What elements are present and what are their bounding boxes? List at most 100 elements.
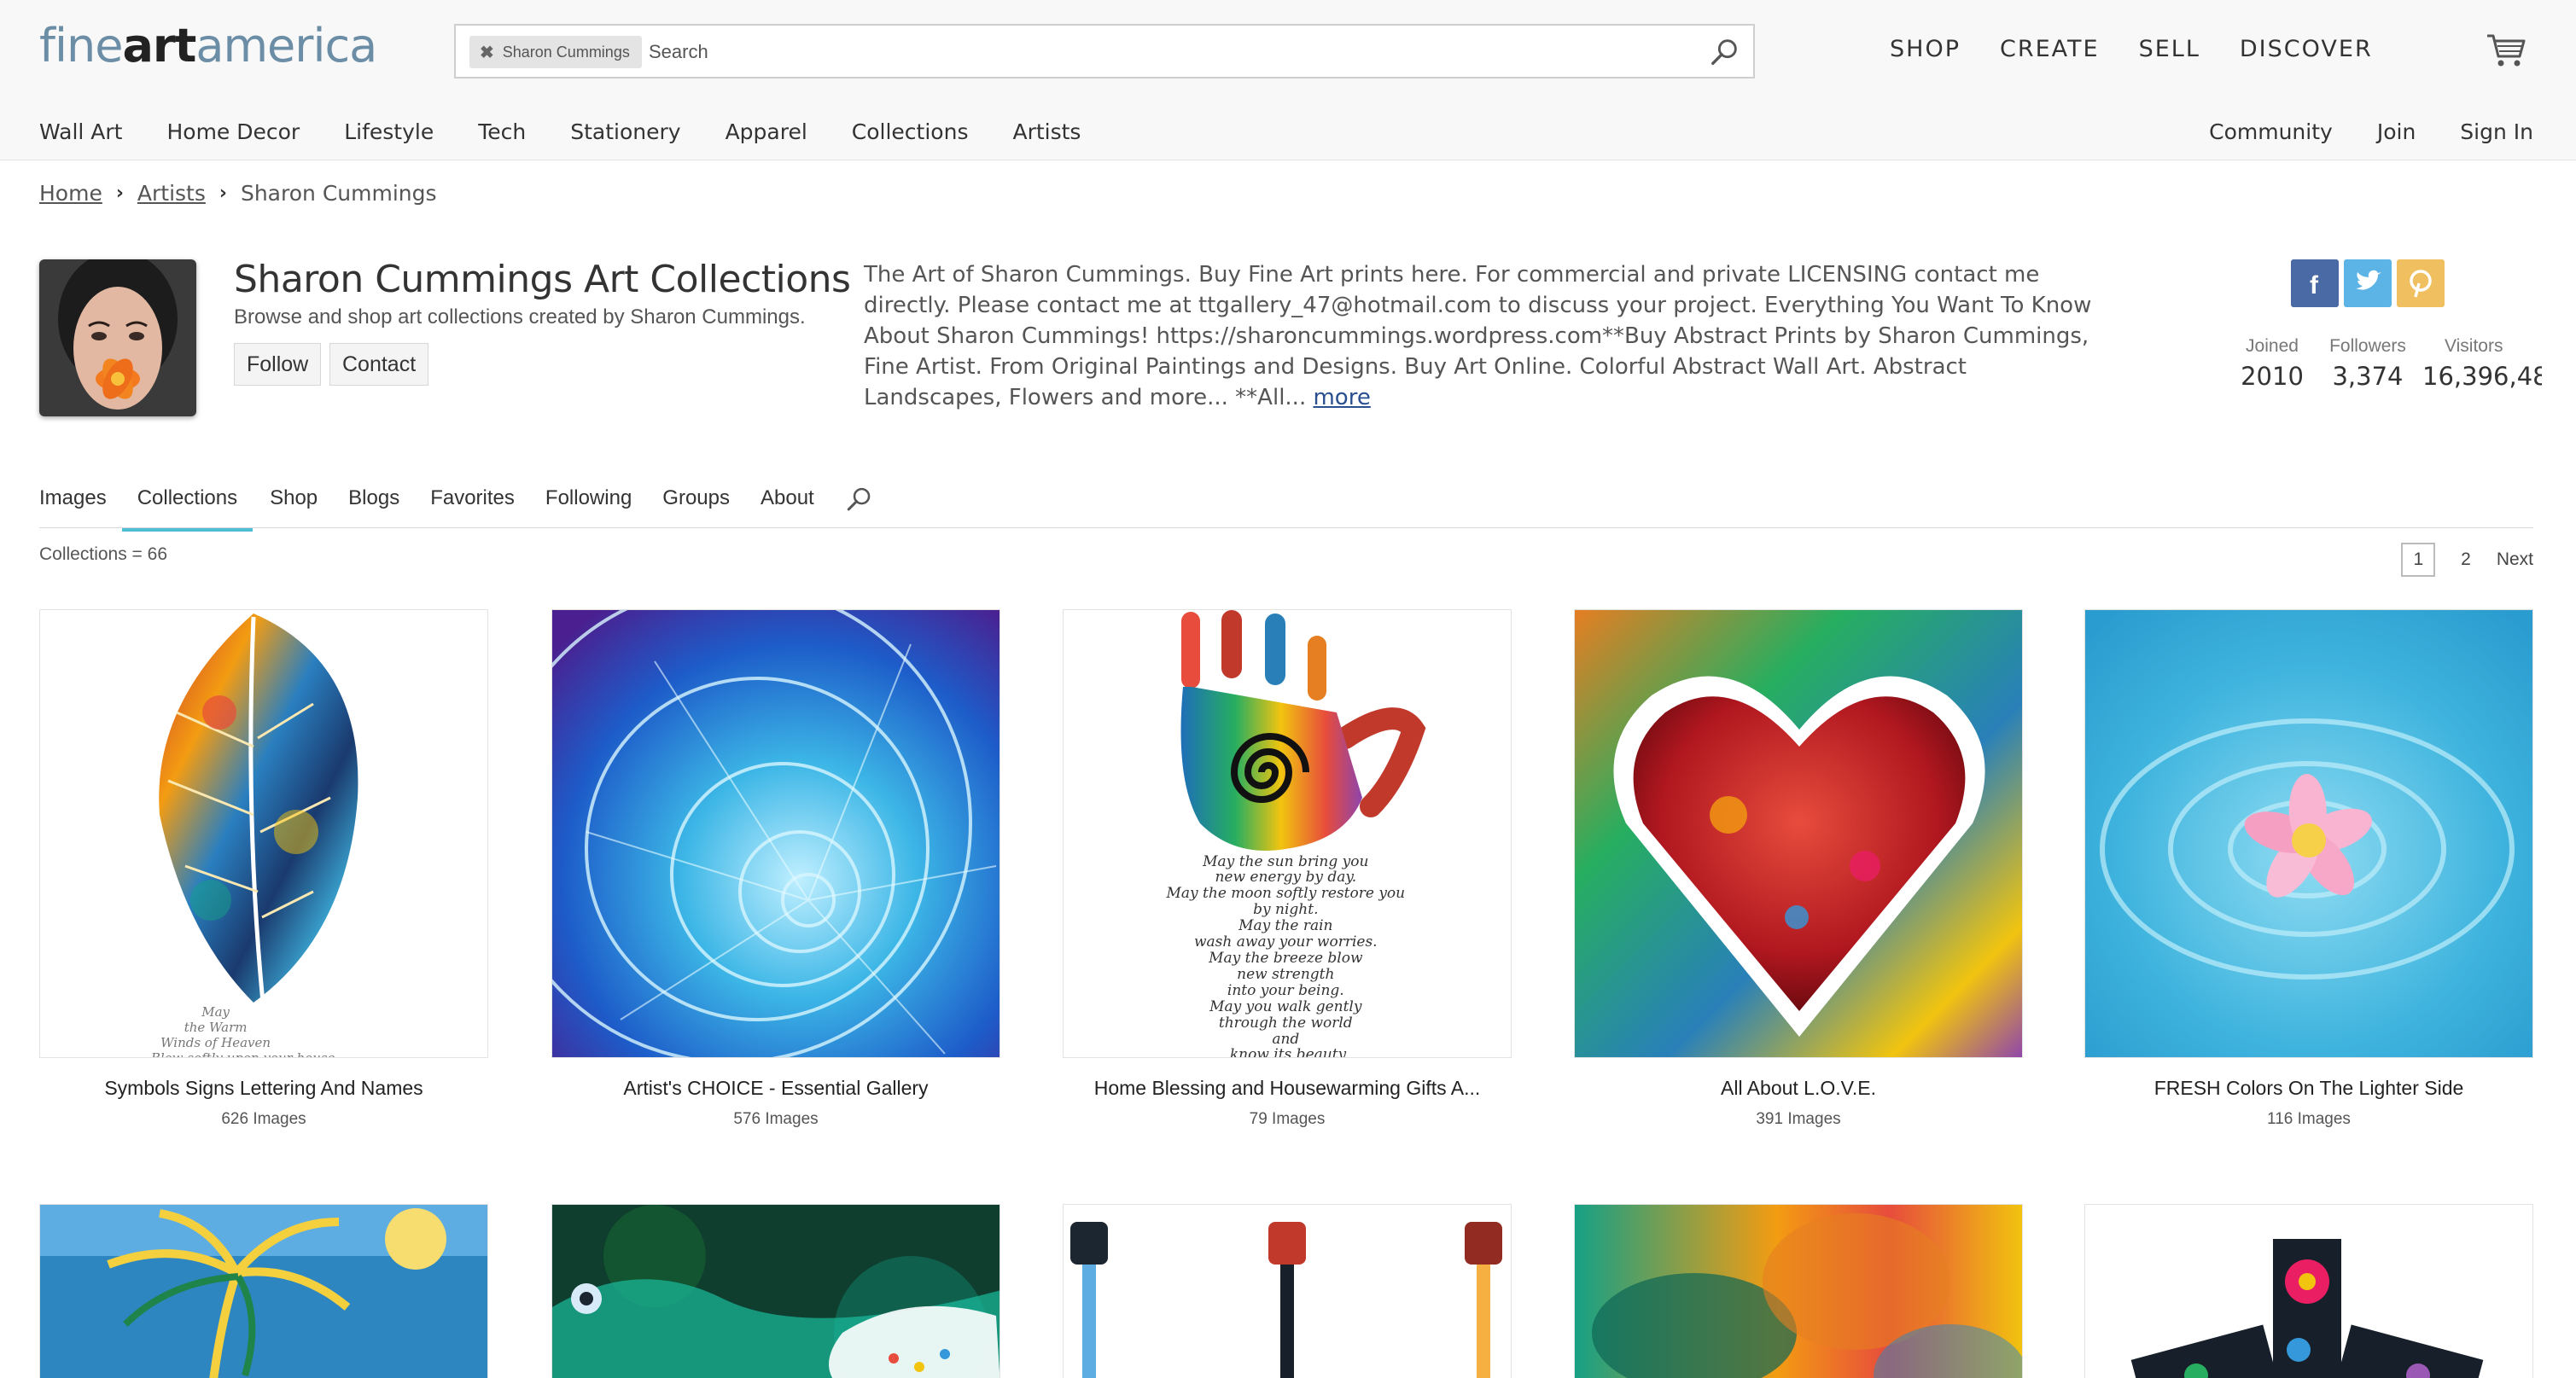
collection-thumbnail[interactable]: [1063, 1204, 1512, 1378]
collection-title[interactable]: All About L.O.V.E.: [1574, 1077, 2023, 1100]
tab-about[interactable]: About: [761, 486, 814, 527]
community-link[interactable]: Community: [2209, 119, 2333, 144]
nav-sell[interactable]: SELL: [2139, 36, 2200, 62]
facebook-icon: f: [2310, 271, 2319, 299]
category-artists[interactable]: Artists: [1012, 119, 1081, 144]
breadcrumb-current: Sharon Cummings: [240, 181, 437, 206]
feather-line-4: Blow softly upon your house.: [150, 1050, 339, 1058]
collections-count: Collections = 66: [39, 544, 168, 564]
category-tech[interactable]: Tech: [478, 119, 526, 144]
tabs-divider: [39, 527, 2533, 528]
collection-card[interactable]: [1063, 1204, 1512, 1378]
nav-discover[interactable]: DISCOVER: [2240, 36, 2373, 62]
tab-blogs[interactable]: Blogs: [348, 486, 399, 527]
collection-count: 626 Images: [221, 1110, 306, 1128]
nav-shop[interactable]: SHOP: [1890, 36, 1961, 62]
facebook-share-button[interactable]: f: [2291, 259, 2339, 307]
category-wall-art[interactable]: Wall Art: [39, 119, 122, 144]
collection-card[interactable]: All About L.O.V.E. 391 Images: [1574, 609, 2023, 1129]
stat-visitors: Visitors 16,396,488: [2422, 336, 2542, 391]
page-2-button[interactable]: 2: [2461, 549, 2471, 570]
more-link[interactable]: more: [1313, 385, 1370, 410]
blessing-line-10: May you walk gently: [1209, 998, 1362, 1015]
stat-joined-label: Joined: [2246, 336, 2299, 356]
pinterest-share-button[interactable]: [2397, 259, 2445, 307]
category-home-decor[interactable]: Home Decor: [166, 119, 300, 144]
search-input[interactable]: [649, 38, 1673, 67]
category-collections[interactable]: Collections: [852, 119, 969, 144]
collection-thumbnail[interactable]: May the sun bring you new energy by day.…: [1063, 609, 1512, 1058]
breadcrumb-home[interactable]: Home: [39, 181, 102, 206]
collection-title[interactable]: Home Blessing and Housewarming Gifts A..…: [1063, 1077, 1512, 1100]
site-logo[interactable]: fineartamerica: [39, 19, 377, 73]
cross-artwork: [2085, 1205, 2532, 1378]
collection-card[interactable]: May the sun bring you new energy by day.…: [1063, 609, 1512, 1129]
twitter-share-button[interactable]: [2344, 259, 2392, 307]
feather-line-1: May: [201, 1004, 230, 1020]
collection-thumbnail[interactable]: [551, 609, 1000, 1058]
account-nav: Community Join Sign In: [2165, 119, 2533, 144]
plumeria-artwork: [2085, 610, 2532, 1057]
collection-title[interactable]: Symbols Signs Lettering And Names: [39, 1077, 488, 1100]
main-nav: SHOP CREATE SELL DISCOVER: [1890, 36, 2412, 62]
blessing-line-1: May the sun bring you: [1202, 853, 1368, 870]
search-icon[interactable]: [845, 485, 874, 514]
cart-icon[interactable]: [2486, 31, 2526, 68]
nautilus-artwork: [552, 610, 1000, 1057]
collection-thumbnail[interactable]: [39, 1204, 488, 1378]
category-lifestyle[interactable]: Lifestyle: [344, 119, 434, 144]
collection-card[interactable]: [2084, 1204, 2533, 1378]
stat-followers: Followers 3,374: [2323, 336, 2412, 391]
close-icon[interactable]: ✖: [480, 42, 494, 63]
collection-title[interactable]: FRESH Colors On The Lighter Side: [2084, 1077, 2533, 1100]
svg-text:f: f: [2310, 271, 2319, 299]
join-link[interactable]: Join: [2377, 119, 2416, 144]
category-apparel[interactable]: Apparel: [726, 119, 807, 144]
collection-card[interactable]: Artist's CHOICE - Essential Gallery 576 …: [551, 609, 1000, 1129]
search-filter-chip[interactable]: ✖ Sharon Cummings: [469, 36, 642, 68]
nav-create[interactable]: CREATE: [2000, 36, 2100, 62]
pinterest-icon: [2410, 270, 2432, 298]
stat-followers-label: Followers: [2329, 336, 2406, 356]
collection-thumbnail[interactable]: [2084, 609, 2533, 1058]
collection-thumbnail[interactable]: May the Warm Winds of Heaven Blow softly…: [39, 609, 488, 1058]
blessing-line-3: May the moon softly restore you: [1165, 885, 1405, 902]
collection-card[interactable]: [551, 1204, 1000, 1378]
guitars-artwork: [1064, 1205, 1511, 1378]
collection-thumbnail[interactable]: [1574, 609, 2023, 1058]
tab-groups[interactable]: Groups: [662, 486, 730, 527]
feather-line-2: the Warm: [184, 1020, 248, 1035]
category-nav: Wall Art Home Decor Lifestyle Tech Stati…: [39, 119, 1125, 144]
collection-title[interactable]: Artist's CHOICE - Essential Gallery: [551, 1077, 1000, 1100]
stat-visitors-label: Visitors: [2445, 336, 2503, 356]
collection-thumbnail[interactable]: [551, 1204, 1000, 1378]
breadcrumb: Home › Artists › Sharon Cummings: [39, 181, 437, 206]
hummingbird-artwork: [552, 1205, 1000, 1378]
contact-button[interactable]: Contact: [329, 343, 429, 386]
collection-card[interactable]: [1574, 1204, 2023, 1378]
category-stationery[interactable]: Stationery: [570, 119, 680, 144]
tab-favorites[interactable]: Favorites: [430, 486, 515, 527]
page-1-button[interactable]: 1: [2401, 543, 2436, 577]
tab-images[interactable]: Images: [39, 486, 107, 527]
stat-visitors-value: 16,396,488: [2422, 362, 2542, 391]
breadcrumb-artists[interactable]: Artists: [137, 181, 206, 206]
tab-shop[interactable]: Shop: [270, 486, 318, 527]
sign-in-link[interactable]: Sign In: [2460, 119, 2533, 144]
search-icon[interactable]: [1709, 36, 1741, 68]
page-subtitle: Browse and shop art collections created …: [234, 305, 806, 329]
collection-card[interactable]: [39, 1204, 488, 1378]
collection-card[interactable]: May the Warm Winds of Heaven Blow softly…: [39, 609, 488, 1129]
collection-card[interactable]: FRESH Colors On The Lighter Side 116 Ima…: [2084, 609, 2533, 1129]
next-page-button[interactable]: Next: [2497, 549, 2533, 570]
follow-button[interactable]: Follow: [234, 343, 322, 386]
collection-thumbnail[interactable]: [2084, 1204, 2533, 1378]
chevron-right-icon: ›: [115, 183, 124, 204]
avatar[interactable]: [39, 259, 196, 416]
stat-followers-value: 3,374: [2332, 362, 2404, 391]
tab-following[interactable]: Following: [545, 486, 632, 527]
blessing-line-4: by night.: [1253, 901, 1318, 918]
tab-collections[interactable]: Collections: [121, 486, 254, 532]
handprint-artwork: May the sun bring you new energy by day.…: [1064, 610, 1511, 1057]
collection-thumbnail[interactable]: [1574, 1204, 2023, 1378]
